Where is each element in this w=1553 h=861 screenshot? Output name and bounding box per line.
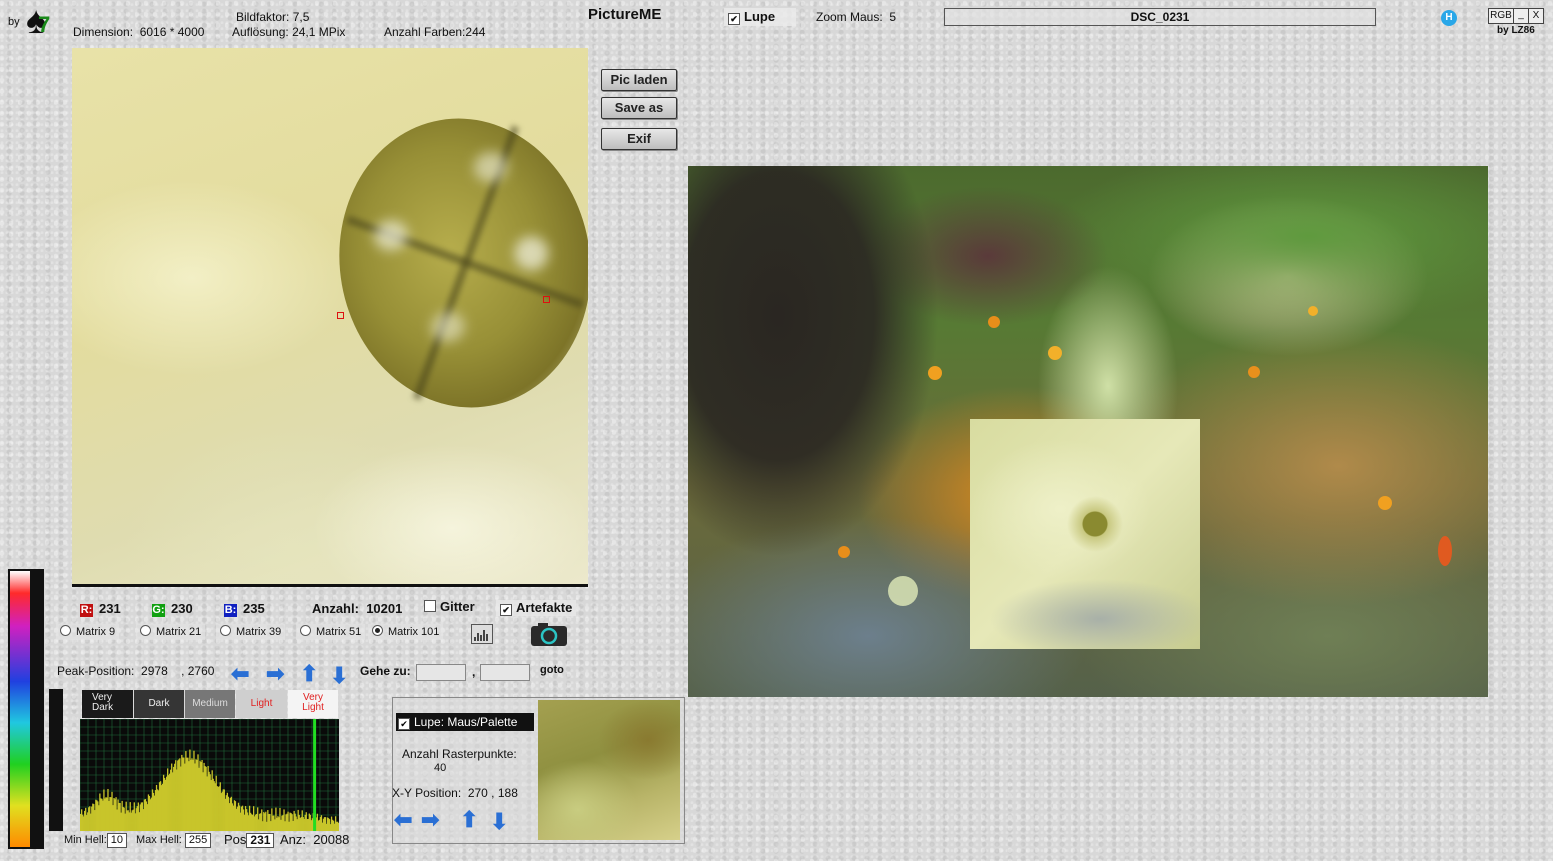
matrix-39-option[interactable]: Matrix 39 (216, 624, 286, 640)
goto-separator: , (472, 665, 476, 679)
histogram-position-marker (313, 719, 317, 831)
lupe-maus-palette-checkbox[interactable]: ✔ (398, 718, 410, 730)
matrix-101-option[interactable]: Matrix 101 (368, 624, 444, 640)
arrow-up-icon[interactable]: ⬆ (300, 663, 318, 685)
marker-left (337, 312, 344, 319)
lupe-arrow-up-icon[interactable]: ⬆ (460, 809, 478, 831)
lupe-arrow-down-icon[interactable]: ⬇ (490, 811, 508, 833)
histogram-chart[interactable] (80, 719, 339, 831)
bildfaktor-info: Bildfaktor: 7,5 (236, 10, 310, 24)
peak-position: Peak-Position: 2978 , 2760 (57, 664, 215, 678)
max-hell-input[interactable]: 255 (184, 833, 212, 848)
zoom-view-bottom-border (72, 584, 588, 587)
xy-position: X-Y Position: 270 , 188 (392, 786, 518, 800)
rgb-button[interactable]: RGB (1488, 8, 1514, 24)
zoom-info: Zoom Maus: 5 (816, 10, 897, 24)
close-button[interactable]: X (1528, 8, 1544, 24)
lupe-maus-palette-toggle[interactable]: ✔ Lupe: Maus/Palette (396, 713, 534, 731)
matrix-21-option[interactable]: Matrix 21 (136, 624, 206, 640)
lupe-toggle[interactable]: ✔ Lupe (724, 8, 796, 26)
tab-medium[interactable]: Medium (185, 690, 235, 718)
help-icon[interactable]: H (1441, 10, 1457, 26)
gitter-toggle[interactable]: Gitter (424, 599, 475, 614)
brightness-bar (32, 569, 44, 849)
r-readout: R: 231 (80, 601, 121, 617)
anzahl-farben-info: Anzahl Farben:244 (384, 25, 486, 39)
minimize-button[interactable]: _ (1513, 8, 1529, 24)
matrix-51-option[interactable]: Matrix 51 (296, 624, 366, 640)
arrow-down-icon[interactable]: ⬇ (330, 665, 348, 687)
max-hell: Max Hell: 255 (136, 833, 212, 848)
g-readout: G: 230 (152, 601, 193, 617)
matrix-9-option[interactable]: Matrix 9 (56, 624, 120, 640)
lupe-checkbox[interactable]: ✔ (728, 13, 740, 25)
dimension-info: Dimension: 6016 * 4000 (73, 25, 205, 39)
lupe-preview (538, 700, 680, 840)
exif-button[interactable]: Exif (601, 128, 677, 150)
histogram-bar (337, 823, 339, 831)
artefakte-toggle[interactable]: ✔ Artefakte (496, 600, 577, 616)
gitter-checkbox[interactable] (424, 600, 436, 612)
filename-field: DSC_0231 (944, 8, 1376, 26)
artefakte-checkbox[interactable]: ✔ (500, 604, 512, 616)
seed-pod (316, 98, 588, 428)
min-hell-input[interactable]: 10 (106, 833, 128, 848)
credit-label: by LZ86 (1497, 25, 1535, 36)
tab-very-light[interactable]: Very Light (288, 690, 338, 718)
goto-y-input[interactable] (480, 664, 530, 681)
arrow-right-icon[interactable]: ➡ (266, 663, 284, 685)
anz-readout: Anz: 20088 (280, 832, 350, 847)
goto-x-input[interactable] (416, 664, 466, 681)
histogram-side-bar (49, 689, 63, 831)
camera-icon[interactable] (530, 621, 568, 647)
gehe-zu-label: Gehe zu: (360, 664, 411, 678)
b-readout: B: 235 (224, 601, 265, 617)
min-hell: Min Hell: 10 (64, 833, 128, 848)
pos-readout: Pos 231 (224, 832, 275, 848)
app-logo-icon: ♠ 7 (26, 0, 51, 42)
lupe-arrow-right-icon[interactable]: ➡ (421, 809, 439, 831)
anzahl-readout: Anzahl: 10201 (312, 601, 403, 616)
tab-very-dark[interactable]: Very Dark (82, 690, 133, 718)
color-scale-bar (8, 569, 32, 849)
app-title: PictureME (588, 6, 662, 23)
tab-light[interactable]: Light (236, 690, 287, 718)
lupe-arrow-left-icon[interactable]: ⬅ (394, 809, 412, 831)
zoom-view[interactable] (72, 48, 588, 584)
histogram-icon[interactable] (471, 624, 493, 644)
raster-value: 40 (434, 762, 447, 774)
magnifier-overlay (970, 419, 1200, 649)
main-image[interactable] (688, 166, 1488, 697)
raster-label: Anzahl Rasterpunkte: (402, 747, 517, 761)
pic-laden-button[interactable]: Pic laden (601, 69, 677, 91)
aufloesung-info: Auflösung: 24,1 MPix (232, 25, 346, 39)
arrow-left-icon[interactable]: ⬅ (231, 663, 249, 685)
by-label: by (8, 16, 20, 28)
tab-dark[interactable]: Dark (134, 690, 184, 718)
marker-right (543, 296, 550, 303)
goto-button[interactable]: goto (540, 664, 564, 676)
save-as-button[interactable]: Save as (601, 97, 677, 119)
